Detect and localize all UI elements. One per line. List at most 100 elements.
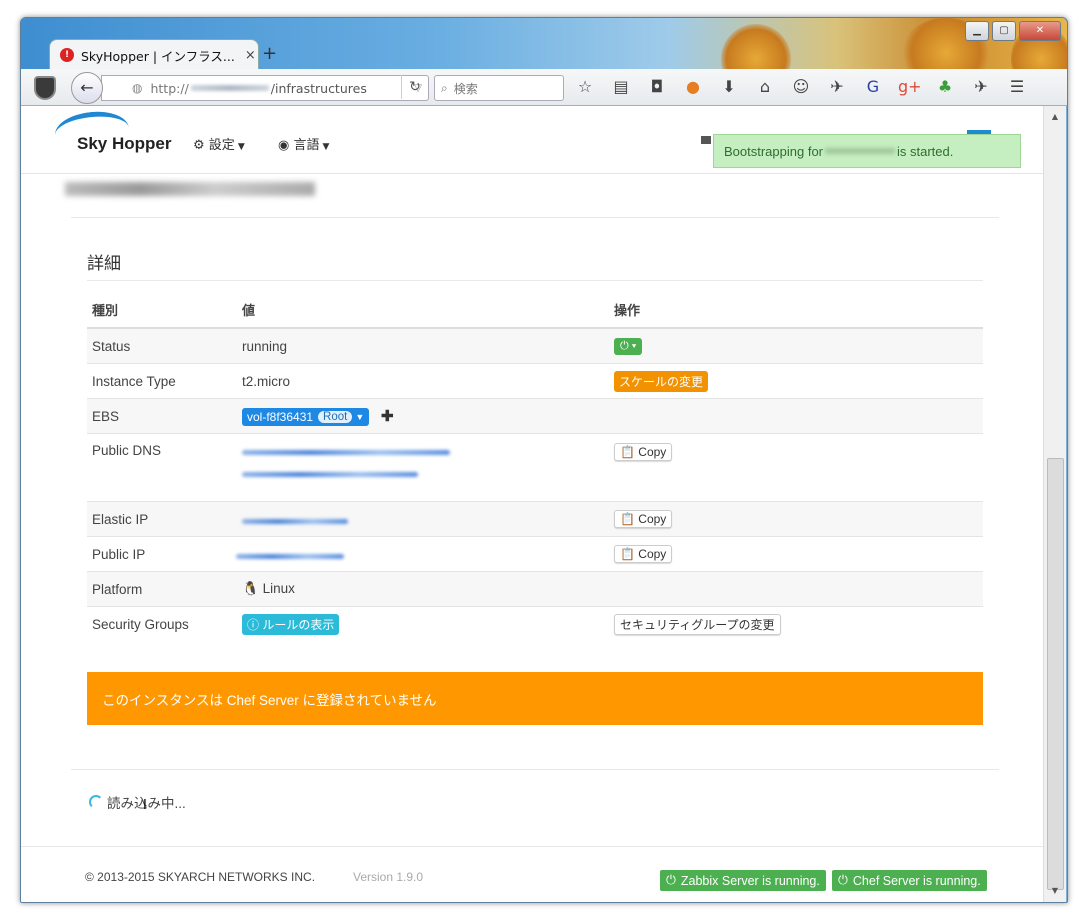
back-button[interactable]: ←: [71, 72, 103, 104]
info-icon: ⓘ: [247, 617, 260, 632]
page-content: Sky Hopper ⚙ 設定 ▼ ◉ 言語 ▼ Bootstrapping for…: [21, 106, 1043, 902]
logo-text[interactable]: Sky Hopper: [77, 134, 171, 154]
platform-value: Linux: [262, 581, 295, 596]
row-label: Elastic IP: [87, 501, 237, 537]
extension-icon[interactable]: ♣: [934, 77, 956, 96]
scrollbar-thumb[interactable]: [1047, 458, 1064, 890]
reload-icon[interactable]: ↻: [401, 75, 428, 99]
scroll-down-icon[interactable]: ▼: [1044, 886, 1066, 895]
elastic-ip-redacted: [242, 518, 348, 524]
caret-icon: ▼: [322, 142, 330, 152]
favicon-icon: !: [60, 48, 74, 62]
language-menu[interactable]: ◉ 言語 ▼: [278, 134, 329, 153]
settings-menu[interactable]: ⚙ 設定 ▼: [193, 134, 245, 153]
browser-window: ▁ ▢ ✕ ! SkyHopper | インフラス... × + ◍ http:…: [20, 17, 1068, 903]
home-icon[interactable]: ⌂: [754, 77, 776, 96]
instance-name-redacted: [65, 182, 315, 196]
table-row: EBS vol-f8f36431 Root ▼ ✚: [87, 398, 983, 434]
url-path: /infrastructures: [270, 80, 367, 96]
minimize-button[interactable]: ▁: [965, 21, 989, 41]
copy-label: Copy: [638, 445, 667, 459]
table-row: Elastic IP 📋 Copy: [87, 501, 983, 537]
divider: [71, 217, 999, 218]
chef-warning-alert: このインスタンスは Chef Server に登録されていません: [87, 672, 983, 725]
notification-toast: Bootstrapping for is started.: [713, 134, 1021, 168]
table-row: Public DNS 📋 Copy: [87, 433, 983, 502]
status-value: running: [237, 327, 609, 364]
maximize-button[interactable]: ▢: [992, 21, 1016, 41]
toast-prefix: Bootstrapping for: [724, 143, 824, 159]
section-title: 詳細: [87, 254, 121, 274]
copy-dns-button[interactable]: 📋 Copy: [614, 443, 673, 461]
add-volume-icon[interactable]: ✚: [381, 408, 394, 425]
toast-name-redacted: [825, 148, 896, 154]
root-badge: Root: [318, 410, 353, 423]
change-scale-button[interactable]: スケールの変更: [614, 370, 709, 392]
text-cursor-icon: I: [143, 798, 147, 813]
zabbix-status-button[interactable]: ⏻ Zabbix Server is running.: [660, 870, 826, 891]
linux-icon: 🐧: [242, 581, 259, 596]
window-controls: ▁ ▢ ✕: [965, 21, 1061, 41]
extension-icon[interactable]: ✈: [826, 77, 848, 96]
show-rules-label: ルールの表示: [262, 617, 335, 632]
change-security-group-button[interactable]: セキュリティグループの変更: [614, 613, 781, 635]
site-identity-icon[interactable]: ◍: [132, 81, 142, 95]
browser-tab[interactable]: ! SkyHopper | インフラス... ×: [49, 39, 259, 70]
copy-elastic-ip-button[interactable]: 📋 Copy: [614, 510, 673, 528]
power-icon: ⏻: [666, 873, 676, 887]
clipboard-icon: 📋: [620, 445, 635, 459]
tab-close-icon[interactable]: ×: [245, 48, 256, 63]
reading-list-icon[interactable]: ▤: [610, 77, 632, 96]
download-icon[interactable]: ⬇: [718, 77, 740, 96]
new-tab-button[interactable]: +: [262, 43, 277, 64]
footer-copyright: © 2013-2015 SKYARCH NETWORKS INC.: [85, 870, 316, 884]
smiley-icon[interactable]: ☺: [790, 77, 812, 96]
row-label: Instance Type: [87, 363, 237, 399]
scroll-up-icon[interactable]: ▲: [1044, 112, 1066, 121]
copy-public-ip-button[interactable]: 📋 Copy: [614, 545, 673, 563]
row-label: Security Groups: [87, 606, 237, 641]
search-input[interactable]: ⌕ 検索: [434, 75, 564, 101]
search-icon: ⌕: [441, 80, 448, 95]
chef-status-button[interactable]: ⏻ Chef Server is running.: [832, 870, 987, 891]
copy-label: Copy: [638, 547, 667, 561]
extension-icon[interactable]: ✈: [970, 77, 992, 96]
details-table: 種別 値 操作 Status running ⏻ ▾ Instance Type…: [87, 291, 983, 641]
browser-toolbar: ◍ http:// /infrastructures ▽ ← ↻ ⌕ 検索 ☆ …: [21, 69, 1067, 106]
extension-icon[interactable]: ●: [682, 77, 704, 96]
table-row: Instance Type t2.micro スケールの変更: [87, 363, 983, 399]
table-row: Status running ⏻ ▾: [87, 327, 983, 364]
gear-icon: ⚙: [193, 138, 205, 153]
app-navbar: Sky Hopper ⚙ 設定 ▼ ◉ 言語 ▼ Bootstrapping for…: [21, 106, 1043, 174]
caret-icon: ▼: [237, 142, 245, 152]
divider: [87, 280, 983, 281]
close-window-button[interactable]: ✕: [1019, 21, 1061, 41]
vertical-scrollbar[interactable]: ▲ ▼: [1043, 106, 1066, 902]
table-row: Public IP 📋 Copy: [87, 536, 983, 572]
language-menu-label: 言語: [293, 138, 320, 153]
url-bar[interactable]: ◍ http:// /infrastructures ▽: [101, 75, 429, 101]
menu-icon[interactable]: ☰: [1006, 77, 1028, 96]
url-host-redacted: [190, 85, 269, 91]
bookmark-star-icon[interactable]: ☆: [574, 77, 596, 96]
google-plus-icon[interactable]: g+: [898, 77, 922, 96]
show-rules-button[interactable]: ⓘ ルールの表示: [242, 613, 340, 635]
chef-status-label: Chef Server is running.: [852, 873, 981, 888]
instance-type-value: t2.micro: [237, 363, 609, 399]
copy-label: Copy: [638, 512, 667, 526]
caret-icon: ▼: [355, 411, 365, 422]
pocket-icon[interactable]: ◘: [646, 77, 668, 96]
table-row: Security Groups ⓘ ルールの表示 セキュリティグループの変更: [87, 606, 983, 641]
power-dropdown-button[interactable]: ⏻ ▾: [614, 338, 643, 355]
table-row: Platform 🐧 Linux: [87, 571, 983, 607]
chat-icon[interactable]: [701, 136, 711, 144]
public-dns-redacted: [242, 443, 604, 480]
toast-suffix: is started.: [897, 143, 954, 159]
shield-icon[interactable]: [34, 76, 56, 100]
zabbix-status-label: Zabbix Server is running.: [680, 873, 820, 888]
extension-icon[interactable]: G: [862, 77, 884, 96]
footer-version: Version 1.9.0: [353, 870, 424, 884]
clipboard-icon: 📋: [620, 547, 635, 561]
header-type: 種別: [87, 291, 237, 329]
ebs-volume-dropdown[interactable]: vol-f8f36431 Root ▼: [242, 407, 370, 426]
